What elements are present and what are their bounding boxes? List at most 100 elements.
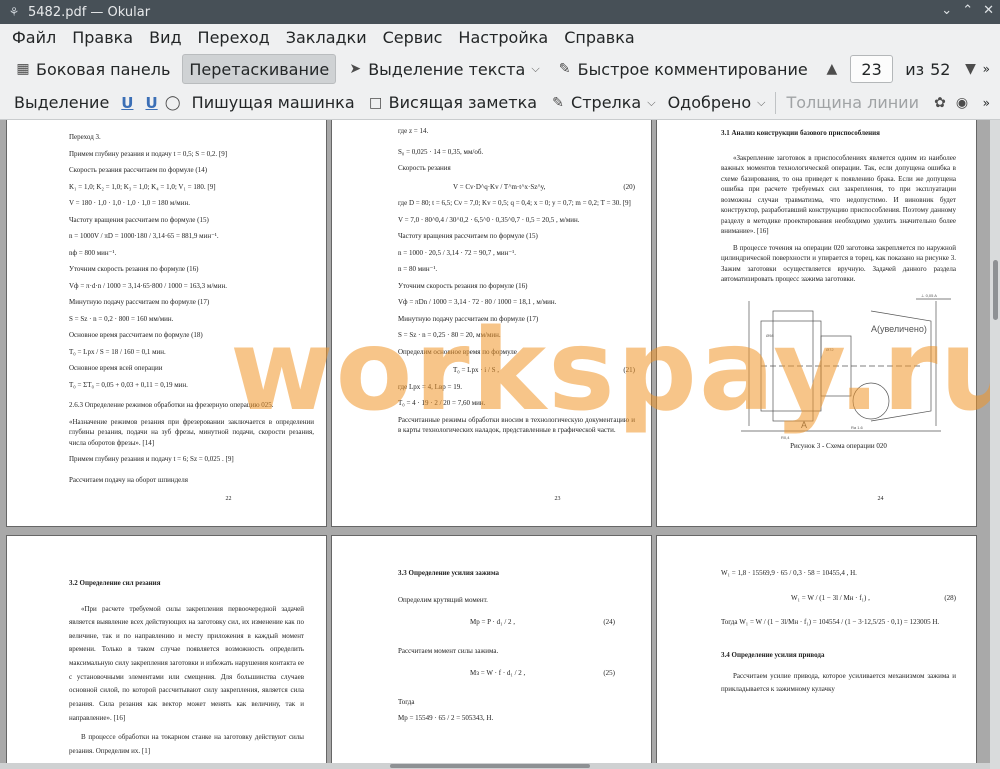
equation-number: (28) <box>944 593 956 602</box>
section-heading: 3.1 Анализ конструкции базового приспосо… <box>721 129 880 137</box>
toolbar-overflow-icon[interactable]: » <box>983 62 990 76</box>
menu-edit[interactable]: Правка <box>64 24 141 52</box>
formula: nф = 800 мин⁻¹. <box>69 248 117 257</box>
vertical-scrollbar[interactable] <box>990 120 1000 769</box>
line-width-control[interactable]: Толщина линии <box>780 88 925 118</box>
page-of-label: из <box>905 59 925 79</box>
chevron-down-icon[interactable]: ⌵ <box>531 62 539 76</box>
section-heading: 3.2 Определение сил резания <box>69 579 161 587</box>
text-line: V = 180 · 1,0 · 1,0 · 1,0 · 1,0 = 180 м/… <box>69 199 190 207</box>
text-line: Скорость резания <box>398 164 451 172</box>
menu-bookmarks[interactable]: Закладки <box>278 24 375 52</box>
text-line: Тогда <box>398 697 415 706</box>
menu-help[interactable]: Справка <box>556 24 643 52</box>
text-line: Примем глубину резания и подачу t = 6; S… <box>69 455 234 463</box>
previous-page-icon[interactable]: ▲ <box>824 60 840 78</box>
text-line: Частоту вращения рассчитаем по формуле (… <box>69 215 209 224</box>
browse-tool-button[interactable]: Перетаскивание <box>182 54 337 84</box>
section-heading: 3.4 Определение усилия привода <box>721 650 825 659</box>
page-25: 3.2 Определение сил резания «При расчете… <box>6 535 327 769</box>
underline-icon[interactable]: U <box>121 94 133 112</box>
toolbar-separator <box>775 91 777 114</box>
text-line: где z = 14. <box>398 127 429 135</box>
color-icon[interactable]: ✿ <box>931 94 949 112</box>
horizontal-scroll-thumb[interactable] <box>390 764 590 768</box>
stamp-tool-button[interactable]: Одобрено ⌵ <box>662 88 772 118</box>
page-number: 24 <box>877 496 884 502</box>
page-number: 23 <box>554 496 561 502</box>
highlight-tool-button[interactable]: Выделение <box>8 88 115 118</box>
chevron-down-icon[interactable]: ⌵ <box>757 96 765 110</box>
formula: n = 1000 · 20,5 / 3,14 · 72 = 90,7 , мин… <box>398 248 516 257</box>
text-line: K₁ = 1,0; K₂ = 1,0; K₃ = 1,0; K₄ = 1,0; … <box>69 182 216 191</box>
text-line: Рассчитаем подачу на оборот шпинделя <box>69 475 188 484</box>
text-line: Определим крутящий момент. <box>398 595 488 604</box>
text-line: где D = 80; t = 6,5; Cv = 7,0; Kv = 0,5;… <box>398 199 631 207</box>
strikeout-icon[interactable]: ◯ <box>164 94 182 112</box>
text-line: В процессе обработки на токарном станке … <box>69 733 304 755</box>
maximize-icon[interactable]: ⌃ <box>962 3 973 18</box>
menu-tools[interactable]: Сервис <box>375 24 451 52</box>
annotation-toolbar: Выделение U U ◯ Пишущая машинка □ Висяща… <box>0 86 1000 120</box>
typewriter-tool-button[interactable]: Пишущая машинка <box>186 88 361 118</box>
menu-file[interactable]: Файл <box>0 24 64 52</box>
page-number-input[interactable]: 23 <box>849 55 894 83</box>
formula: Vф = π·d·n / 1000 = 3,14·65·800 / 1000 =… <box>69 281 227 290</box>
total-pages: 52 <box>930 59 951 79</box>
text-line: Уточним скорость резания по формуле (16) <box>398 281 528 290</box>
text-line: «Закрепление заготовок в приспособлениях… <box>721 153 956 236</box>
window-controls: ⌄ ⌃ ✕ <box>941 3 994 18</box>
svg-text:⊥ 0,05 A: ⊥ 0,05 A <box>921 293 937 298</box>
toolbar2-overflow-icon[interactable]: » <box>983 96 990 110</box>
formula: V = Cv·D^q·Kv / T^m·t^x·Sz^y, <box>453 182 546 191</box>
sidebar-button[interactable]: ▦ Боковая панель <box>8 54 176 84</box>
page-27: W₁ = 1,8 · 15569,9 · 65 / 0,3 · 58 = 104… <box>656 535 977 769</box>
text-line: Уточним скорость резания по формуле (16) <box>69 265 199 273</box>
formula: n = 80 мин⁻¹. <box>398 265 438 273</box>
text-line: «При расчете требуемой силы закрепления … <box>69 604 304 722</box>
text-line: Рассчитаем усилие привода, которое усили… <box>721 672 956 694</box>
formula: W₁ = 1,8 · 15569,9 · 65 / 0,3 · 58 = 104… <box>721 569 857 577</box>
text-line: Частоту вращения рассчитаем по формуле (… <box>398 232 538 240</box>
text-line: Переход 3. <box>69 133 101 141</box>
text-line: Скорость резания рассчитаем по формуле (… <box>69 166 208 174</box>
menu-settings[interactable]: Настройка <box>450 24 556 52</box>
cursor-icon: ➤ <box>349 61 362 77</box>
text-line: Примем глубину резания и подачу t = 0,5;… <box>69 149 228 158</box>
sidebar-icon: ▦ <box>16 61 30 77</box>
arrow-tool-button[interactable]: ✎ Стрелка ⌵ <box>543 88 662 118</box>
text-line: Рассчитаем момент силы зажима. <box>398 646 499 655</box>
minimize-icon[interactable]: ⌄ <box>941 3 952 18</box>
menu-go[interactable]: Переход <box>190 24 278 52</box>
section-heading: 3.3 Определение усилия зажима <box>398 569 500 577</box>
formula: Mр = P · d₁ / 2 , <box>470 618 516 626</box>
close-icon[interactable]: ✕ <box>983 3 994 18</box>
formula: S₀ = 0,025 · 14 = 0,35, мм/об. <box>398 147 484 156</box>
window-title: 5482.pdf — Okular <box>28 4 151 20</box>
watermark: workspay.ru <box>230 306 1000 436</box>
document-view[interactable]: Переход 3. Примем глубину резания и пода… <box>0 120 1000 769</box>
squiggle-icon[interactable]: U <box>145 94 157 112</box>
pen-arrow-icon: ✎ <box>552 94 564 111</box>
text-selection-tool-button[interactable]: ➤ Выделение текста ⌵ <box>340 54 545 84</box>
next-page-icon[interactable]: ▼ <box>962 60 978 78</box>
formula: Mр = 15549 · 65 / 2 = 505343, Н. <box>398 714 494 722</box>
equation-number: (24) <box>603 618 615 626</box>
quick-annotation-button[interactable]: ✎ Быстрое комментирование <box>550 54 814 84</box>
pen-icon: ✎ <box>558 61 571 77</box>
chevron-down-icon[interactable]: ⌵ <box>647 96 655 110</box>
opacity-icon[interactable]: ◉ <box>953 94 971 112</box>
menu-view[interactable]: Вид <box>141 24 189 52</box>
title-bar: ⚘ 5482.pdf — Okular ⌄ ⌃ ✕ <box>0 0 1000 24</box>
sticky-note-tool-button[interactable]: □ Висящая заметка <box>361 88 543 118</box>
figure-caption: Рисунок 3 - Схема операции 020 <box>790 441 887 450</box>
note-icon: □ <box>369 94 383 111</box>
formula: W₁ = W / (1 − 3l / Mн · f₁) , <box>791 593 870 602</box>
formula: n = 1000V / πD = 1000·180 / 3,14·65 = 88… <box>69 232 219 240</box>
page-number: 22 <box>225 496 232 502</box>
formula: Тогда W₁ = W / (1 − 3l/Mн · f₁) = 104554… <box>721 618 940 626</box>
main-toolbar: ▦ Боковая панель Перетаскивание ➤ Выделе… <box>0 52 1000 86</box>
text-line: В процессе точения на операции 020 загот… <box>721 243 956 284</box>
equation-number: (20) <box>623 182 635 191</box>
vertical-scroll-thumb[interactable] <box>993 260 998 320</box>
